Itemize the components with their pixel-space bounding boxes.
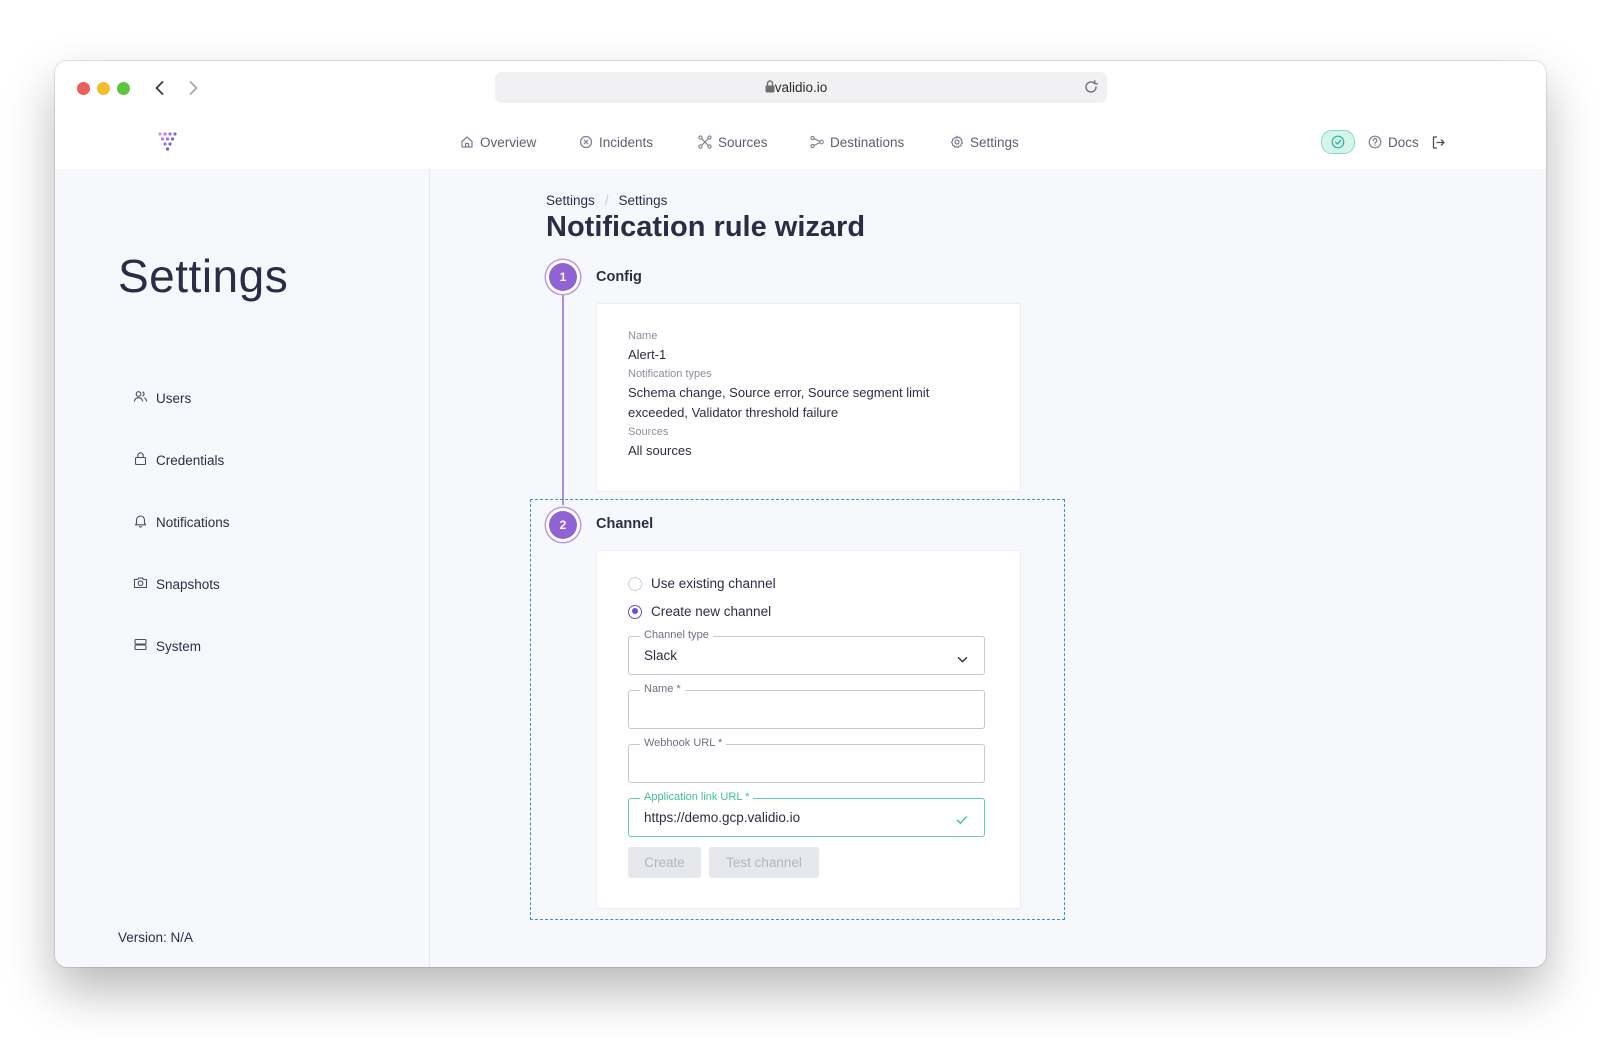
page-title: Notification rule wizard (546, 211, 866, 243)
nav-destinations[interactable]: Destinations (810, 115, 904, 169)
step-connector-line (562, 294, 564, 505)
webhook-url-input[interactable] (643, 754, 967, 771)
notification-types-value: Schema change, Source error, Source segm… (628, 385, 930, 420)
notification-types-label: Notification types (628, 368, 712, 380)
bell-icon (133, 513, 148, 531)
sources-icon (698, 135, 712, 149)
config-summary-card: Name Alert-1 Notification types Schema c… (596, 303, 1021, 492)
back-arrow-icon[interactable] (150, 78, 170, 98)
forward-arrow-icon[interactable] (183, 78, 203, 98)
lock-icon (133, 451, 148, 469)
webhook-url-field[interactable]: Webhook URL * (628, 737, 985, 783)
close-window-button[interactable] (77, 82, 90, 95)
browser-toolbar: validio.io (55, 61, 1546, 116)
channel-name-label: Name * (640, 683, 685, 695)
maximize-window-button[interactable] (117, 82, 130, 95)
name-label: Name (628, 330, 658, 342)
nav-sources-label: Sources (718, 134, 768, 150)
logout-button[interactable] (1431, 115, 1446, 169)
browser-window: validio.io Overview Incidents Sources De… (55, 61, 1546, 967)
nav-settings[interactable]: Settings (950, 115, 1019, 169)
home-icon (460, 135, 474, 149)
breadcrumb-separator: / (604, 193, 609, 208)
sidebar-item-system-label: System (156, 638, 202, 654)
channel-type-value: Slack (644, 648, 678, 663)
nav-settings-label: Settings (970, 134, 1019, 150)
nav-destinations-label: Destinations (830, 134, 905, 150)
breadcrumb-item[interactable]: Settings (546, 193, 595, 208)
nav-incidents-label: Incidents (599, 134, 654, 150)
validio-logo[interactable] (157, 130, 179, 157)
application-link-url-label: Application link URL * (640, 791, 754, 803)
settings-sidebar: Settings Users Credentials Notifications… (55, 169, 430, 967)
breadcrumb: Settings / Settings (546, 193, 667, 208)
docs-link[interactable]: Docs (1368, 115, 1419, 169)
sidebar-item-credentials-label: Credentials (156, 452, 225, 468)
minimize-window-button[interactable] (97, 82, 110, 95)
help-icon (1368, 135, 1382, 149)
channel-form-card: Use existing channel Create new channel … (596, 550, 1021, 909)
app-header: Overview Incidents Sources Destinations … (55, 115, 1546, 169)
sidebar-item-credentials[interactable]: Credentials (133, 451, 224, 469)
nav-incidents[interactable]: Incidents (579, 115, 653, 169)
breadcrumb-item: Settings (618, 193, 668, 208)
application-link-url-value[interactable]: https://demo.gcp.validio.io (644, 810, 800, 825)
gear-icon (950, 135, 964, 149)
name-value: Alert-1 (628, 347, 667, 362)
channel-name-field[interactable]: Name * (628, 683, 985, 729)
version-text: Version: N/A (118, 930, 194, 945)
status-indicator-button[interactable] (1321, 130, 1355, 154)
sources-label: Sources (628, 426, 669, 438)
step-1-label: Config (596, 269, 642, 285)
sidebar-item-users-label: Users (156, 390, 192, 406)
docs-label: Docs (1388, 134, 1419, 150)
webhook-url-label: Webhook URL * (640, 737, 727, 749)
sources-value: All sources (628, 443, 692, 458)
channel-type-label: Channel type (640, 629, 713, 641)
create-button[interactable]: Create (628, 847, 701, 878)
test-channel-button[interactable]: Test channel (709, 847, 819, 878)
channel-type-select[interactable]: Channel type Slack (628, 629, 985, 675)
use-existing-channel-label: Use existing channel (651, 576, 776, 591)
step-2-indicator: 2 (549, 511, 577, 539)
step-2-label: Channel (596, 516, 654, 532)
create-new-channel-radio[interactable]: Create new channel (628, 604, 771, 619)
incident-icon (579, 135, 593, 149)
application-link-url-field[interactable]: Application link URL * https://demo.gcp.… (628, 791, 985, 837)
address-bar[interactable]: validio.io (495, 72, 1107, 103)
sidebar-item-notifications[interactable]: Notifications (133, 513, 230, 531)
nav-overview[interactable]: Overview (460, 115, 536, 169)
nav-overview-label: Overview (480, 134, 537, 150)
chevron-down-icon (957, 651, 968, 669)
sidebar-item-snapshots-label: Snapshots (156, 576, 220, 592)
sidebar-item-notifications-label: Notifications (156, 514, 230, 530)
use-existing-channel-radio[interactable]: Use existing channel (628, 576, 776, 591)
channel-name-input[interactable] (643, 700, 967, 717)
step-1-indicator: 1 (549, 263, 577, 291)
check-icon (956, 812, 968, 830)
url-text: validio.io (774, 80, 828, 95)
users-icon (133, 389, 148, 407)
nav-sources[interactable]: Sources (698, 115, 768, 169)
sidebar-title: Settings (118, 250, 289, 302)
radio-unselected-icon (628, 576, 642, 591)
reload-icon[interactable] (1083, 79, 1099, 100)
logout-icon (1431, 135, 1446, 150)
sidebar-item-snapshots[interactable]: Snapshots (133, 575, 220, 593)
radio-selected-icon (628, 604, 642, 619)
server-icon (133, 637, 148, 655)
sidebar-item-users[interactable]: Users (133, 389, 191, 407)
camera-icon (133, 575, 148, 593)
create-new-channel-label: Create new channel (651, 604, 772, 619)
sidebar-item-system[interactable]: System (133, 637, 201, 655)
destinations-icon (810, 135, 824, 149)
